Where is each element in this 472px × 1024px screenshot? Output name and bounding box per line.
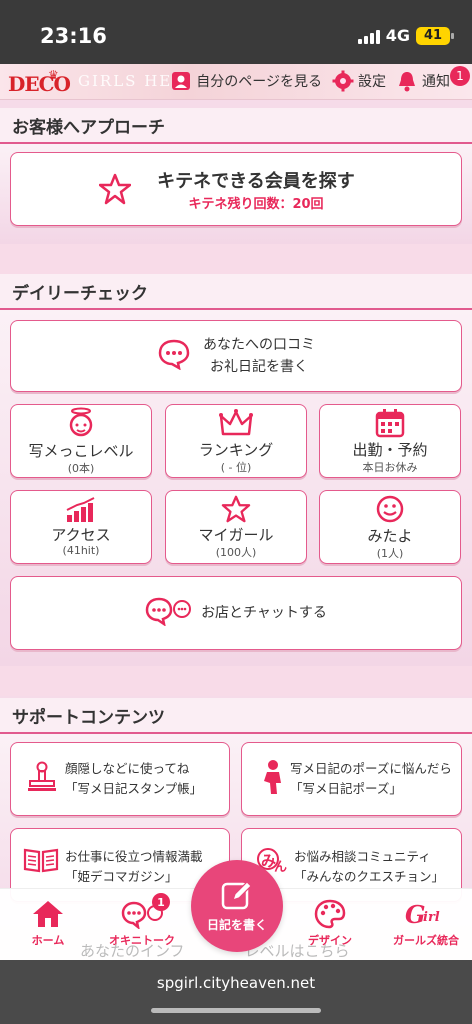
brand-text: GIRLS HE <box>78 72 173 90</box>
tile-sub: (0本) <box>67 461 95 475</box>
home-icon <box>31 899 65 932</box>
my-page-label: 自分のページを見る <box>196 74 322 90</box>
svg-text:irl: irl <box>423 910 440 925</box>
person-icon <box>170 70 192 92</box>
tile-label: みたよ <box>367 526 413 545</box>
angel-girl-icon <box>64 407 98 443</box>
deco-logo[interactable]: DECO <box>8 72 71 96</box>
home-indicator[interactable] <box>151 1008 321 1013</box>
review-line1: あなたへの口コミ <box>203 337 315 353</box>
support-line2: 「みんなのクエスチョン」 <box>294 869 445 884</box>
notifications-link[interactable]: 通知 1 <box>396 66 470 92</box>
tile-label: 写メっこレベル <box>28 441 134 460</box>
support-line1: 顔隠しなどに使ってね <box>65 761 190 776</box>
pencil-icon <box>220 879 254 916</box>
tile-sub: (1人) <box>376 546 404 560</box>
search-members-label: キテネできる会員を探す <box>157 170 355 192</box>
access-tile[interactable]: アクセス (41hit) <box>10 490 152 564</box>
support-spacer <box>0 666 472 696</box>
diary-pose-button[interactable]: 写メ日記のポーズに悩んだら 「写メ日記ポーズ」 <box>241 742 462 816</box>
tile-sub: (100人) <box>215 545 257 559</box>
status-bar: 23:16 4G 41 <box>0 0 472 64</box>
notification-badge: 1 <box>450 66 470 86</box>
settings-label: 設定 <box>358 74 386 90</box>
support-line1: お仕事に役立つ情報満載 <box>65 849 203 864</box>
pose-silhouette-icon <box>260 759 284 799</box>
bar-chart-icon <box>65 497 97 527</box>
tile-label: 出勤・予約 <box>352 440 428 459</box>
support-line2: 「姫デコマガジン」 <box>65 869 178 884</box>
search-members-button[interactable]: キテネできる会員を探す キテネ残り回数：20回 <box>10 152 462 226</box>
crown-icon: ♛ <box>48 68 59 82</box>
tile-label: アクセス <box>51 526 111 544</box>
signal-icon <box>357 28 380 44</box>
speech-bubble-icon <box>157 338 191 374</box>
ranking-tile[interactable]: ランキング ( - 位) <box>165 404 307 478</box>
open-book-icon <box>23 847 59 877</box>
review-line2: お礼日記を書く <box>210 359 308 375</box>
shop-chat-label: お店とチャットする <box>201 605 327 621</box>
gear-icon <box>332 70 354 92</box>
schedule-tile[interactable]: 出勤・予約 本日お休み <box>319 404 461 478</box>
header-menu: 自分のページを見る 設定 通知 1 <box>170 66 470 92</box>
stamp-book-button[interactable]: 顔隠しなどに使ってね 「写メ日記スタンプ帳」 <box>10 742 230 816</box>
star-outline-icon <box>221 495 251 527</box>
mitayo-tile[interactable]: みたよ (1人) <box>319 490 461 564</box>
section-title-approach: お客様へアプローチ <box>0 108 472 144</box>
palette-icon <box>314 899 346 932</box>
bell-icon <box>396 70 418 92</box>
network-type: 4G <box>385 26 410 45</box>
settings-link[interactable]: 設定 <box>332 70 386 92</box>
battery-icon: 41 <box>416 26 454 45</box>
my-page-link[interactable]: 自分のページを見る <box>170 70 322 92</box>
tile-sub: 本日お休み <box>362 460 418 474</box>
girl-logo-icon: Girl <box>403 899 449 932</box>
star-outline-icon <box>98 173 132 209</box>
section-title-support: サポートコンテンツ <box>0 698 472 734</box>
notifications-label: 通知 <box>422 74 450 90</box>
nav-girls-label: ガールズ統合 <box>393 934 459 947</box>
review-diary-button[interactable]: あなたへの口コミ お礼日記を書く <box>10 320 462 392</box>
remaining-count: キテネ残り回数：20回 <box>188 196 324 212</box>
tile-sub: (41hit) <box>62 544 100 557</box>
nav-home-label: ホーム <box>31 934 65 947</box>
browser-url-bar[interactable]: spgirl.cityheaven.net <box>0 960 472 1024</box>
support-line1: 写メ日記のポーズに悩んだら <box>290 761 452 776</box>
support-line2: 「写メ日記ポーズ」 <box>290 781 402 796</box>
shop-chat-button[interactable]: お店とチャットする <box>10 576 462 650</box>
crown-icon <box>219 408 253 442</box>
photo-level-tile[interactable]: 写メっこレベル (0本) <box>10 404 152 478</box>
url-text: spgirl.cityheaven.net <box>156 974 316 992</box>
app-header: DECO ♛ GIRLS HE 自分のページを見る 設定 通知 1 <box>0 64 472 100</box>
support-line1: お悩み相談コミュニティ <box>294 849 431 864</box>
okini-talk-badge: 1 <box>152 893 170 911</box>
daily-spacer <box>0 244 472 274</box>
write-diary-label: 日記を書く <box>206 918 267 932</box>
smile-icon <box>375 494 405 528</box>
stamp-icon <box>27 761 57 797</box>
status-time: 23:16 <box>40 24 107 48</box>
chat-bubbles-icon <box>145 596 192 630</box>
support-line2: 「写メ日記スタンプ帳」 <box>65 781 203 796</box>
status-indicators: 4G 41 <box>357 26 454 45</box>
main-content: お客様へアプローチ キテネできる会員を探す キテネ残り回数：20回 デイリーチェ… <box>0 100 472 960</box>
svg-text:ん: ん <box>274 860 287 875</box>
tile-label: マイガール <box>198 525 274 544</box>
nav-girls-integration[interactable]: Girl ガールズ統合 <box>386 899 466 948</box>
calendar-icon <box>375 408 405 442</box>
my-girl-tile[interactable]: マイガール (100人) <box>165 490 307 564</box>
section-title-daily: デイリーチェック <box>0 274 472 310</box>
nav-home[interactable]: ホーム <box>8 899 88 948</box>
write-diary-button[interactable]: 日記を書く <box>191 860 283 952</box>
tile-sub: ( - 位) <box>220 460 252 474</box>
tile-label: ランキング <box>198 440 274 459</box>
